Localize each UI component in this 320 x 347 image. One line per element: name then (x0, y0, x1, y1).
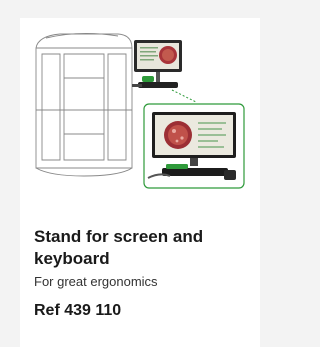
small-keyboard (132, 76, 178, 88)
small-screen (134, 40, 182, 82)
zoom-connector (171, 89, 197, 103)
analyzer-drawing (35, 32, 133, 177)
product-subtitle: For great ergonomics (34, 274, 158, 289)
product-title[interactable]: Stand for screen and keyboard (34, 226, 254, 270)
zoom-detail (143, 103, 245, 189)
product-reference: Ref 439 110 (34, 302, 122, 319)
product-card[interactable]: Stand for screen and keyboard For great … (20, 18, 260, 347)
product-illustration (35, 32, 245, 189)
